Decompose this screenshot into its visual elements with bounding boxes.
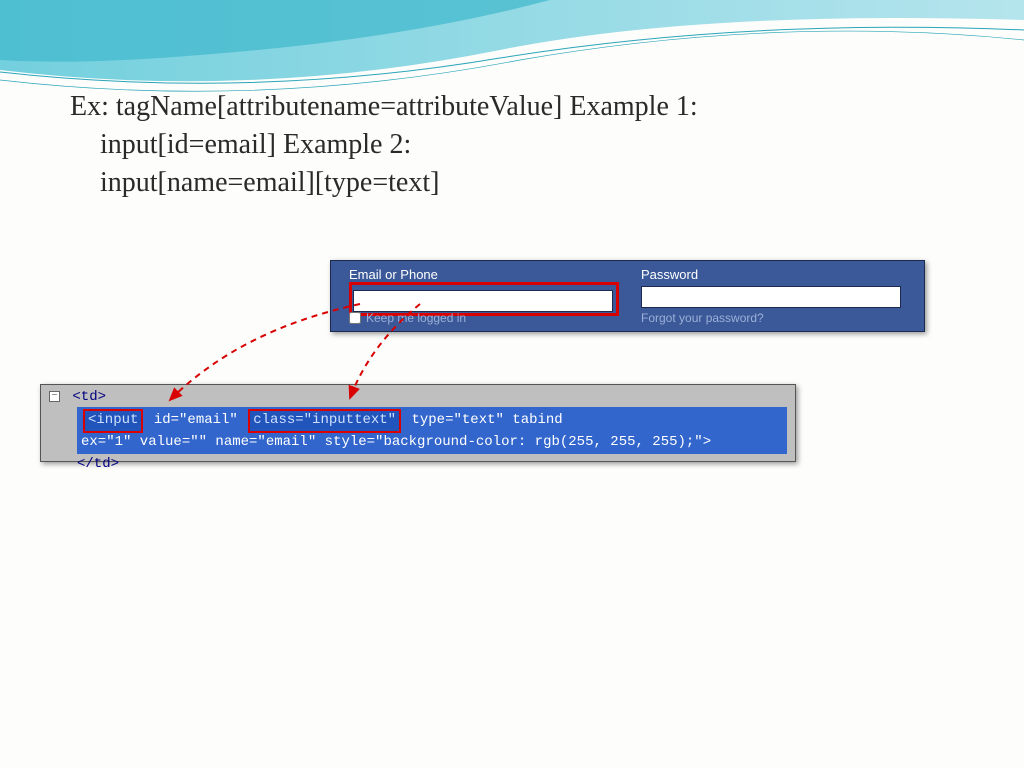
collapse-icon[interactable]: − xyxy=(49,391,60,402)
text-line-3: input[name=email][type=text] xyxy=(70,164,698,202)
text-line-2: input[id=email] Example 2: xyxy=(70,126,698,164)
keep-logged-label: Keep me logged in xyxy=(366,311,466,325)
text-line-1: Ex: tagName[attributename=attributeValue… xyxy=(70,88,698,126)
illustration: Email or Phone Password Keep me logged i… xyxy=(40,260,800,470)
html-source-panel: − <td> <input id="email" class="inputtex… xyxy=(40,384,796,462)
keep-logged-checkbox[interactable] xyxy=(349,312,361,324)
highlight-input-tag: <input xyxy=(83,409,143,433)
code-seg-id: id="email" xyxy=(145,412,246,428)
body-text: Ex: tagName[attributename=attributeValue… xyxy=(70,88,698,201)
code-seg-rest2: ex="1" value="" name="email" style="back… xyxy=(81,434,711,450)
code-seg-rest1: type="text" tabind xyxy=(403,412,563,428)
email-label: Email or Phone xyxy=(349,267,619,282)
password-input[interactable] xyxy=(641,286,901,308)
facebook-login-bar: Email or Phone Password Keep me logged i… xyxy=(330,260,925,332)
input-tag-source: <input id="email" class="inputtext" type… xyxy=(77,407,787,454)
forgot-password-link[interactable]: Forgot your password? xyxy=(641,311,764,325)
td-close-tag: </td> xyxy=(77,456,787,472)
highlight-class-attr: class="inputtext" xyxy=(248,409,401,433)
td-open-tag: <td> xyxy=(72,389,106,405)
password-label: Password xyxy=(641,267,906,282)
email-input[interactable] xyxy=(353,290,613,312)
